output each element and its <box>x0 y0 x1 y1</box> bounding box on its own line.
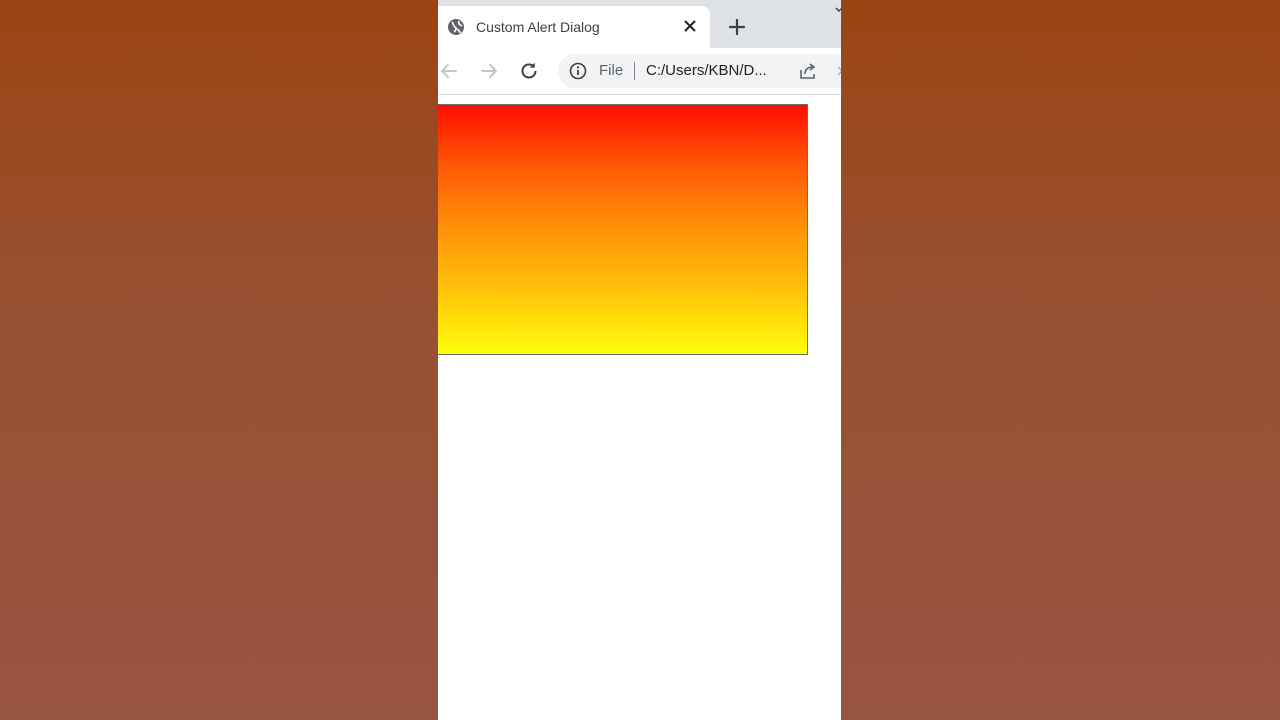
browser-toolbar: File C:/Users/KBN/D... <box>438 48 841 95</box>
video-background-left <box>0 0 438 720</box>
chevron-icon <box>837 66 841 76</box>
tab-custom-alert-dialog[interactable]: Custom Alert Dialog <box>438 6 710 48</box>
omnibox-divider <box>634 62 635 80</box>
gradient-box <box>438 104 808 355</box>
back-arrow-icon[interactable] <box>438 60 460 82</box>
info-icon[interactable] <box>569 62 587 80</box>
tab-title: Custom Alert Dialog <box>476 19 600 35</box>
forward-arrow-icon[interactable] <box>478 60 500 82</box>
chevron-down-icon[interactable] <box>835 6 841 14</box>
url-text[interactable]: C:/Users/KBN/D... <box>646 62 767 80</box>
browser-window: Custom Alert Dialog File C:/Users/KBN/D.… <box>438 0 841 720</box>
plus-icon[interactable] <box>727 17 747 37</box>
scheme-label: File <box>599 62 624 79</box>
share-icon[interactable] <box>798 62 818 80</box>
address-bar[interactable]: File C:/Users/KBN/D... <box>558 54 841 88</box>
close-icon[interactable] <box>681 17 699 35</box>
video-background-right <box>841 0 1280 720</box>
reload-icon[interactable] <box>518 60 540 82</box>
tab-strip: Custom Alert Dialog <box>438 0 841 48</box>
globe-icon <box>448 19 464 35</box>
